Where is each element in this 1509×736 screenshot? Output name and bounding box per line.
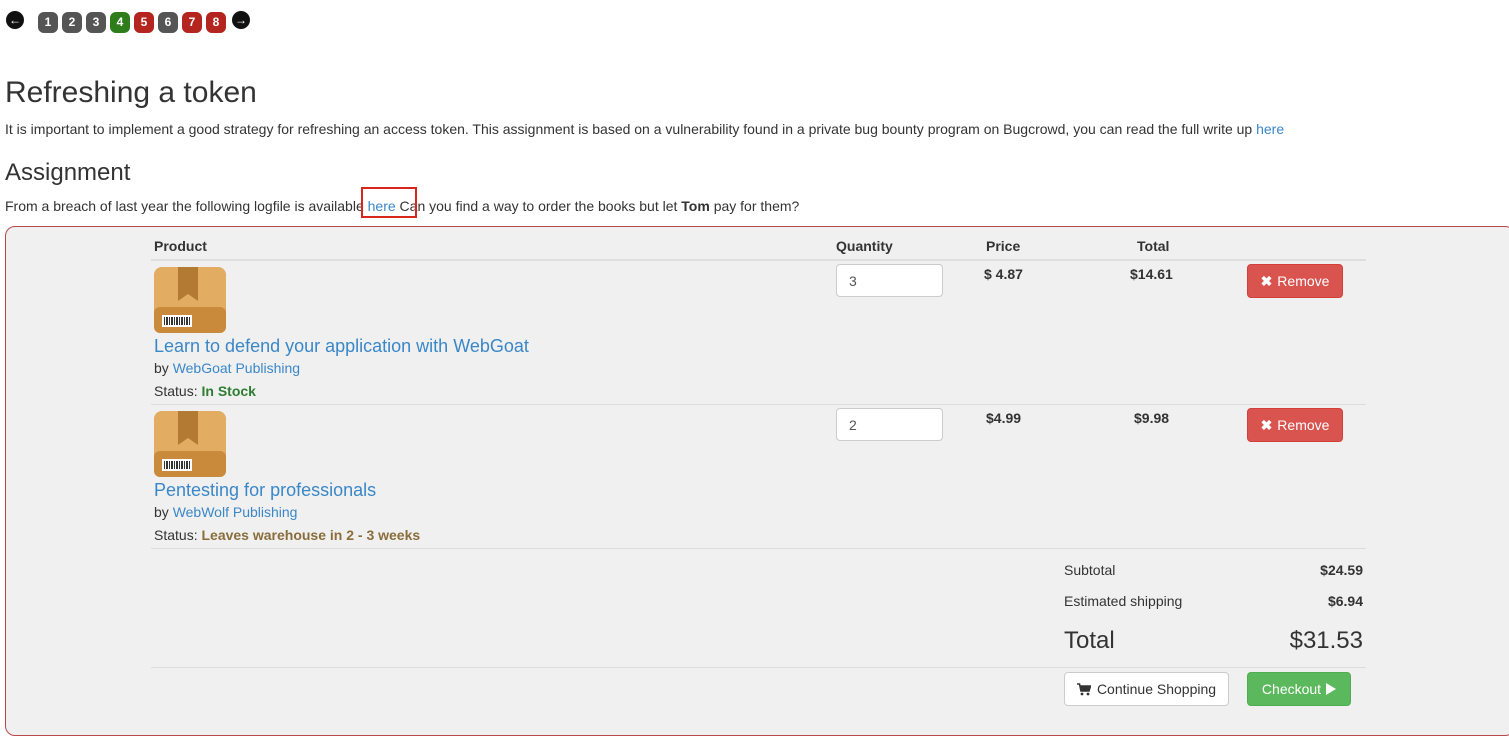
price-column-header: Price: [986, 238, 1021, 254]
publisher-link[interactable]: WebGoat Publishing: [173, 360, 300, 376]
item-total: $14.61: [1130, 266, 1173, 282]
product-title-link[interactable]: Learn to defend your application with We…: [154, 336, 529, 356]
lesson-intro: It is important to implement a good stra…: [5, 121, 1284, 137]
product-status: Status: Leaves warehouse in 2 - 3 weeks: [154, 527, 420, 543]
highlight-box: [361, 187, 417, 218]
target-user-name: Tom: [681, 198, 710, 214]
row-divider: [151, 548, 1366, 549]
summary-divider: [151, 667, 1366, 668]
product-title-link[interactable]: Pentesting for professionals: [154, 480, 376, 500]
by-label: by: [154, 360, 169, 376]
previous-page-icon[interactable]: ←: [6, 11, 24, 29]
total-value: $31.53: [1289, 627, 1363, 654]
intro-text: It is important to implement a good stra…: [5, 121, 1257, 137]
item-price: $ 4.87: [984, 266, 1023, 282]
quantity-input[interactable]: [836, 264, 943, 297]
status-label: Status:: [154, 383, 198, 399]
quantity-input[interactable]: [836, 408, 943, 441]
status-label: Status:: [154, 527, 198, 543]
subtotal-label: Subtotal: [1064, 562, 1116, 578]
item-price: $4.99: [986, 410, 1022, 426]
book-package-icon: [154, 411, 226, 477]
by-label: by: [154, 504, 169, 520]
shipping-label: Estimated shipping: [1064, 593, 1183, 609]
stock-status: Leaves warehouse in 2 - 3 weeks: [201, 527, 421, 543]
subtotal-value: $24.59: [1320, 562, 1363, 578]
remove-icon: ✖: [1260, 272, 1273, 289]
stock-status: In Stock: [201, 383, 256, 399]
page-8-button[interactable]: 8: [206, 12, 226, 33]
remove-label: Remove: [1277, 417, 1330, 433]
page-7-button[interactable]: 7: [182, 12, 202, 33]
row-divider: [151, 404, 1366, 405]
lesson-title: Refreshing a token: [5, 76, 257, 109]
page-5-button[interactable]: 5: [134, 12, 154, 33]
page-6-button[interactable]: 6: [158, 12, 178, 33]
publisher-link[interactable]: WebWolf Publishing: [173, 504, 298, 520]
product-byline: by WebGoat Publishing: [154, 360, 300, 376]
quantity-column-header: Quantity: [836, 238, 893, 254]
assignment-heading: Assignment: [5, 159, 131, 186]
next-page-icon[interactable]: →: [232, 11, 250, 29]
book-package-icon: [154, 267, 226, 333]
continue-shopping-button[interactable]: Continue Shopping: [1064, 672, 1229, 706]
page-4-button[interactable]: 4: [110, 12, 130, 33]
play-icon: [1326, 683, 1337, 695]
product-byline: by WebWolf Publishing: [154, 504, 297, 520]
product-status: Status: In Stock: [154, 383, 256, 399]
checkout-button[interactable]: Checkout: [1247, 672, 1351, 706]
shopping-cart-icon: [1076, 682, 1091, 695]
product-column-header: Product: [154, 238, 207, 254]
writeup-link[interactable]: here: [1256, 121, 1284, 137]
page-3-button[interactable]: 3: [86, 12, 106, 33]
header-divider: [151, 259, 1366, 261]
total-column-header: Total: [1137, 238, 1170, 254]
item-total: $9.98: [1134, 410, 1170, 426]
remove-item-button[interactable]: ✖ Remove: [1247, 408, 1343, 442]
checkout-label: Checkout: [1261, 681, 1322, 697]
total-label: Total: [1064, 627, 1115, 654]
remove-icon: ✖: [1260, 416, 1273, 433]
shipping-value: $6.94: [1327, 593, 1363, 609]
page-2-button[interactable]: 2: [62, 12, 82, 33]
page-1-button[interactable]: 1: [38, 12, 58, 33]
assignment-text-after: pay for them?: [709, 198, 800, 214]
continue-shopping-label: Continue Shopping: [1096, 681, 1217, 697]
remove-label: Remove: [1277, 273, 1330, 289]
assignment-text-mid: Can you find a way to order the books bu…: [395, 198, 682, 214]
assignment-text-before: From a breach of last year the following…: [5, 198, 368, 214]
remove-item-button[interactable]: ✖ Remove: [1247, 264, 1343, 298]
